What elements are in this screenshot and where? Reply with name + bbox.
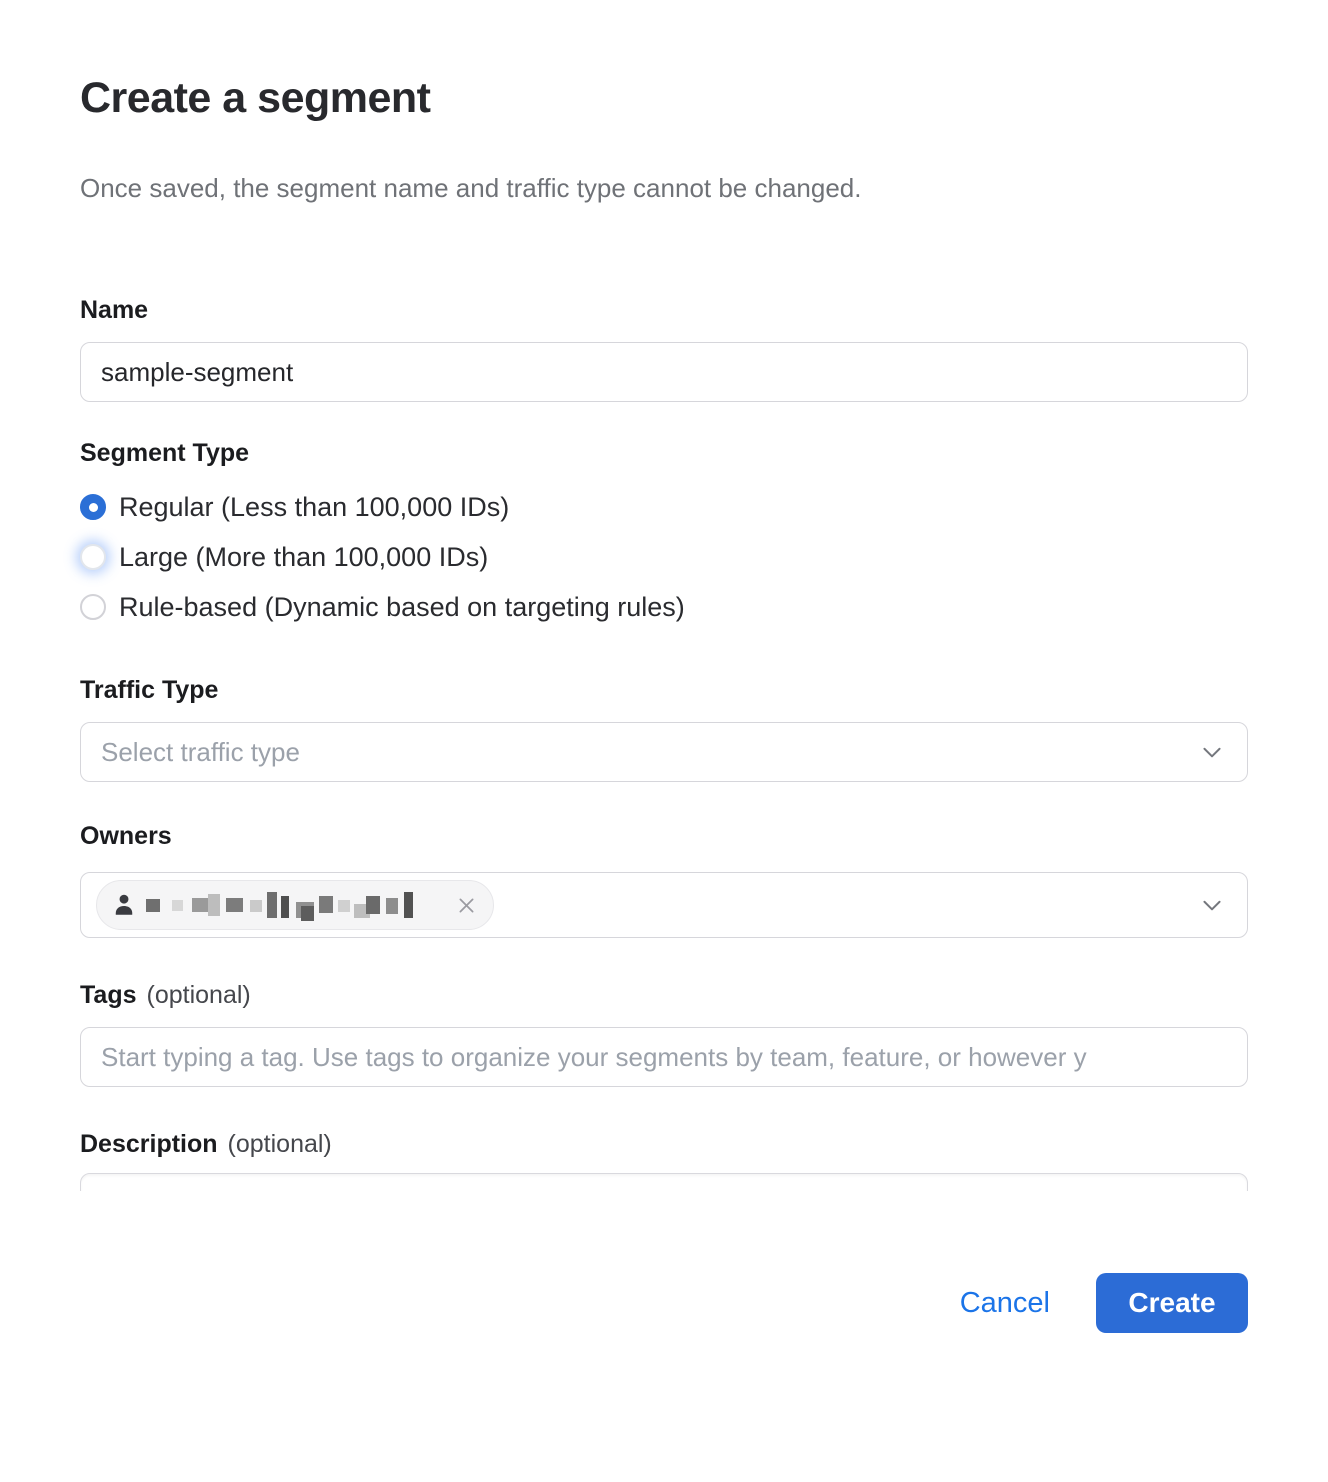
cancel-button[interactable]: Cancel bbox=[960, 1287, 1050, 1320]
traffic-type-placeholder: Select traffic type bbox=[101, 737, 300, 768]
page-title: Create a segment bbox=[80, 74, 1248, 123]
radio-unselected-icon[interactable] bbox=[80, 594, 106, 620]
owner-chip[interactable] bbox=[96, 880, 494, 930]
redacted-owner-name bbox=[146, 888, 446, 922]
close-icon[interactable] bbox=[456, 895, 477, 916]
radio-option-regular[interactable]: Regular (Less than 100,000 IDs) bbox=[80, 482, 1248, 532]
name-input[interactable] bbox=[80, 342, 1248, 402]
dialog-subtitle: Once saved, the segment name and traffic… bbox=[80, 173, 1248, 204]
description-textarea[interactable] bbox=[80, 1173, 1248, 1191]
description-optional-suffix: (optional) bbox=[228, 1130, 332, 1159]
radio-option-label: Regular (Less than 100,000 IDs) bbox=[119, 492, 509, 523]
chevron-down-icon bbox=[1199, 739, 1225, 765]
traffic-type-select[interactable]: Select traffic type bbox=[80, 722, 1248, 782]
tags-optional-suffix: (optional) bbox=[147, 981, 251, 1010]
chevron-down-icon bbox=[1199, 892, 1225, 918]
radio-unselected-icon[interactable] bbox=[80, 544, 106, 570]
description-textarea-clipped bbox=[80, 1173, 1248, 1191]
traffic-type-label: Traffic Type bbox=[80, 676, 1248, 705]
tags-label: Tags (optional) bbox=[80, 981, 1248, 1010]
owners-label: Owners bbox=[80, 822, 1248, 851]
create-segment-dialog: Create a segment Once saved, the segment… bbox=[0, 74, 1328, 1482]
tags-input[interactable] bbox=[80, 1027, 1248, 1087]
person-icon bbox=[111, 892, 137, 918]
radio-option-rule-based[interactable]: Rule-based (Dynamic based on targeting r… bbox=[80, 582, 1248, 632]
name-label: Name bbox=[80, 296, 1248, 325]
description-label: Description (optional) bbox=[80, 1130, 1248, 1159]
radio-selected-icon[interactable] bbox=[80, 494, 106, 520]
radio-option-label: Rule-based (Dynamic based on targeting r… bbox=[119, 592, 685, 623]
radio-option-large[interactable]: Large (More than 100,000 IDs) bbox=[80, 532, 1248, 582]
owners-select[interactable] bbox=[80, 872, 1248, 938]
segment-type-radio-group: Regular (Less than 100,000 IDs) Large (M… bbox=[80, 482, 1248, 632]
segment-type-label: Segment Type bbox=[80, 439, 1248, 468]
radio-option-label: Large (More than 100,000 IDs) bbox=[119, 542, 488, 573]
create-button[interactable]: Create bbox=[1096, 1273, 1248, 1333]
dialog-footer: Cancel Create bbox=[80, 1273, 1248, 1333]
